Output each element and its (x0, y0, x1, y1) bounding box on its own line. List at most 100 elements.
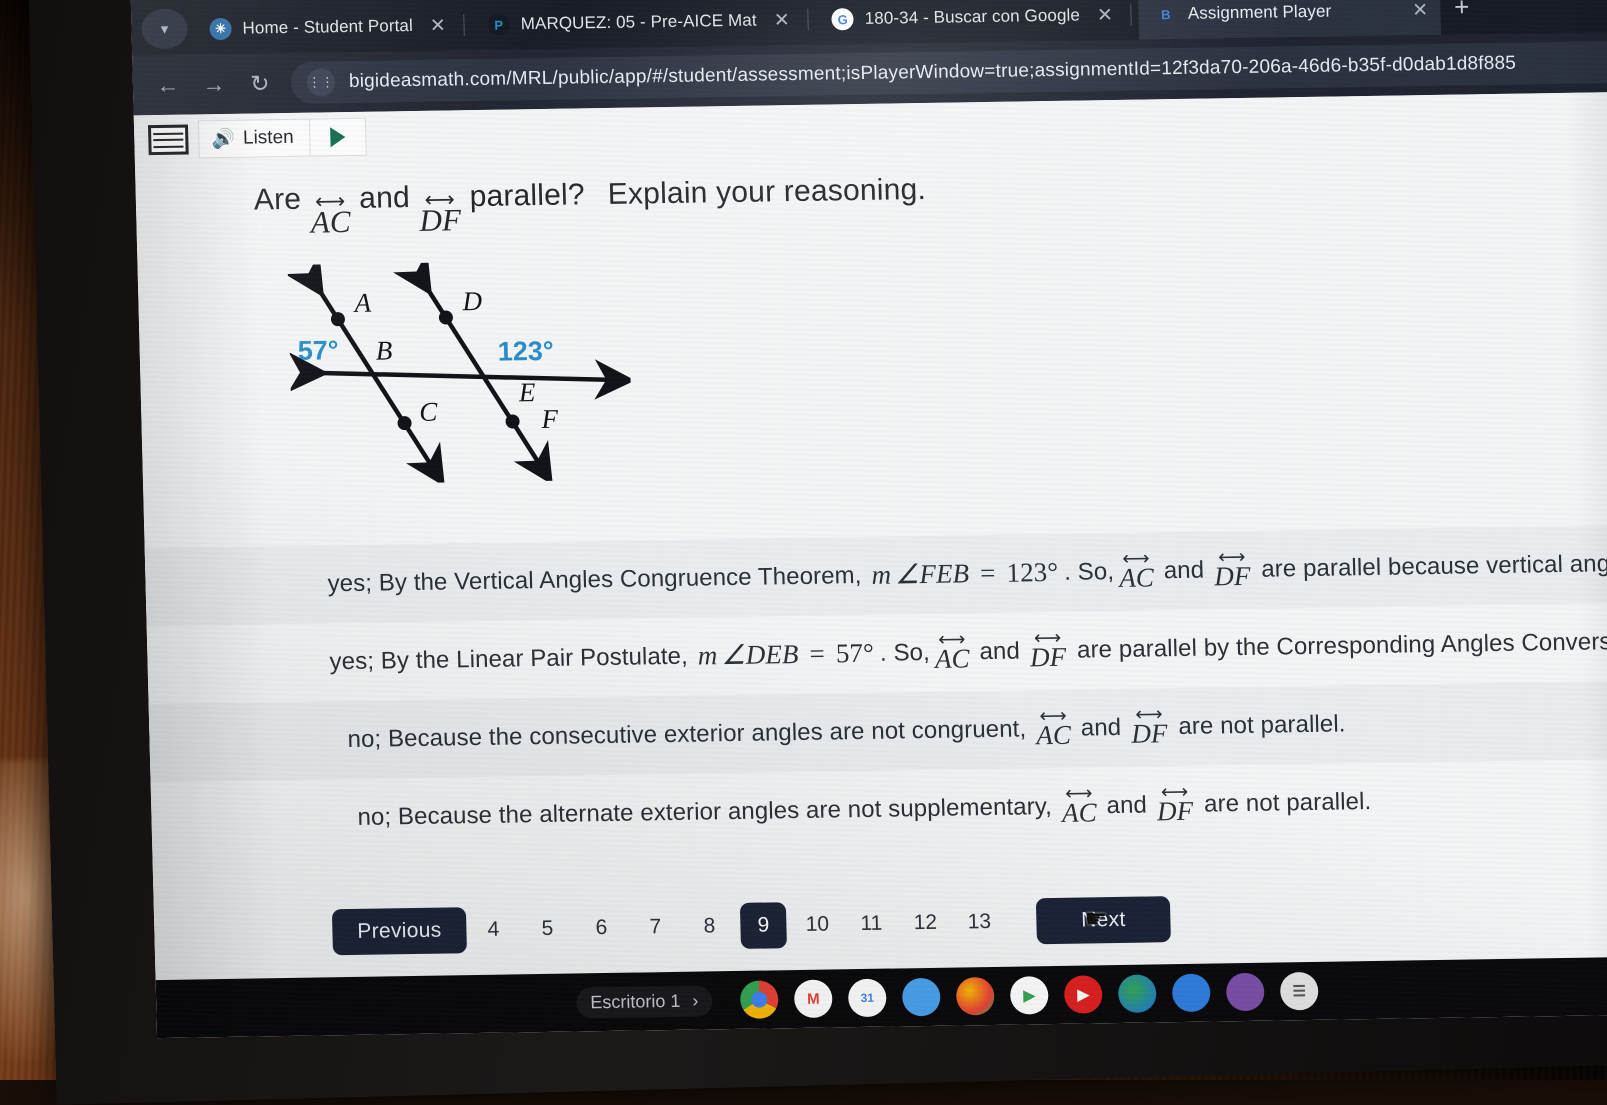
option-text-prefix: no; Because the consecutive exterior ang… (347, 715, 1027, 753)
option-ray-df-text: DF (1029, 641, 1067, 673)
listen-button[interactable]: 🔊 Listen (197, 118, 312, 159)
question-prefix: Are (253, 182, 302, 217)
gmail-icon[interactable]: M (793, 979, 833, 1019)
files-icon[interactable] (901, 977, 941, 1017)
chrome-icon[interactable] (739, 980, 779, 1019)
listen-play-button[interactable] (310, 117, 368, 157)
option-ray-ac: ⟷ AC (1061, 783, 1098, 828)
pearson-icon: P (487, 13, 511, 36)
page-number-12[interactable]: 12 (898, 911, 953, 936)
ray-ac-text: AC (310, 203, 352, 240)
option-text-tail: are not parallel. (1203, 787, 1372, 818)
page-number-10[interactable]: 10 (790, 912, 845, 937)
browser-tab-marquez[interactable]: P MARQUEZ: 05 - Pre-AICE Math ✕ (471, 0, 810, 50)
angle-123-label: 123° (497, 335, 554, 366)
browser-tab-assignment-player[interactable]: B Assignment Player ✕ (1138, 0, 1441, 40)
drag-handle-icon[interactable] (147, 124, 189, 156)
option-ray-df: ⟷ DF (1213, 547, 1251, 592)
tab-divider (1130, 3, 1133, 26)
calendar-icon[interactable]: 31 (847, 978, 887, 1018)
option-ray-ac: ⟷ AC (1035, 706, 1072, 751)
ray-df-label: ⟷ DF (418, 188, 462, 238)
option-conjunction: and (1163, 556, 1205, 584)
globe-icon: ☀ (209, 17, 232, 41)
desktop-switcher[interactable]: Escritorio 1 › (575, 984, 713, 1018)
option-conjunction: and (979, 637, 1021, 665)
option-ray-ac-text: AC (934, 643, 971, 674)
laptop-bezel: ▾ ☀ Home - Student Portal ✕ P MARQUEZ: 0… (28, 0, 1607, 1105)
tab-divider (463, 14, 466, 37)
two-transversals-geometry-diagram: A B C D E F 57° 123° (285, 242, 1607, 489)
page-number-11[interactable]: 11 (844, 911, 899, 936)
hand-pointer-cursor: ☛ (1083, 903, 1109, 934)
speaker-icon: 🔊 (211, 128, 236, 151)
page-number-7[interactable]: 7 (628, 915, 683, 940)
forward-button[interactable]: → (199, 70, 230, 97)
option-text-prefix: yes; By the Linear Pair Postulate, (329, 642, 689, 675)
tab-search-button[interactable]: ▾ (141, 8, 189, 50)
angle-57-label: 57° (297, 335, 339, 366)
page-number-4[interactable]: 4 (466, 917, 521, 942)
tab-close-button[interactable]: ✕ (774, 9, 791, 32)
new-tab-button[interactable]: + (1454, 0, 1470, 23)
back-button[interactable]: ← (153, 71, 184, 98)
browser-tab-google-search[interactable]: G 180-34 - Buscar con Google ✕ (815, 0, 1133, 45)
question-prompt: Are ⟷ AC and ⟷ DF parallel? Explain your… (253, 161, 1607, 240)
play-store-icon[interactable]: ▶ (1009, 976, 1049, 1015)
option-text-prefix: yes; By the Vertical Angles Congruence T… (327, 561, 862, 597)
ray-ac-label: ⟷ AC (310, 190, 352, 240)
photos-icon[interactable] (955, 976, 995, 1016)
option-ray-ac-text: AC (1035, 719, 1072, 751)
option-ray-df-text: DF (1156, 795, 1194, 827)
tab-title: Home - Student Portal (242, 15, 414, 38)
label-d: D (461, 286, 483, 316)
listen-label: Listen (242, 126, 294, 149)
tab-close-button[interactable]: ✕ (430, 14, 447, 37)
shelf-apps: M 31 ▶ ▶ ☰ (739, 971, 1319, 1019)
option-math-eq: = (809, 638, 826, 669)
option-math-value: 123° (1006, 556, 1059, 588)
option-ray-df-text: DF (1130, 718, 1168, 749)
page-number-6[interactable]: 6 (574, 916, 629, 941)
tab-close-button[interactable]: ✕ (1412, 0, 1429, 22)
label-a: A (352, 287, 372, 317)
answer-options-list: yes; By the Vertical Angles Congruence T… (144, 523, 1607, 859)
tab-close-button[interactable]: ✕ (1097, 3, 1114, 26)
page-number-13[interactable]: 13 (952, 910, 1007, 935)
option-text-tail: are parallel because vertical angles a (1260, 549, 1607, 583)
option-text-mid: . So, (1063, 557, 1115, 586)
meet-icon[interactable] (1117, 974, 1157, 1013)
chevron-down-icon: ▾ (160, 20, 169, 38)
reload-button[interactable]: ↻ (245, 70, 276, 97)
label-e: E (517, 377, 536, 407)
browser-tab-home[interactable]: ☀ Home - Student Portal ✕ (193, 0, 466, 54)
label-c: C (419, 396, 439, 426)
tab-title: Assignment Player (1187, 1, 1332, 23)
option-math-eq: = (979, 557, 996, 589)
laptop-screen: ▾ ☀ Home - Student Portal ✕ P MARQUEZ: 0… (130, 0, 1607, 1039)
page-number-5[interactable]: 5 (520, 917, 575, 942)
page-number-8[interactable]: 8 (682, 914, 737, 939)
option-text-mid: . So, (879, 638, 931, 667)
youtube-icon[interactable]: ▶ (1063, 975, 1103, 1014)
option-ray-df-text: DF (1213, 560, 1251, 592)
option-ray-ac-text: AC (1118, 562, 1155, 594)
option-text-prefix: no; Because the alternate exterior angle… (357, 792, 1053, 831)
tune-icon[interactable]: ⋮⋮ (306, 68, 336, 97)
label-f: F (540, 403, 559, 433)
page-number-9-current[interactable]: 9 (739, 902, 787, 949)
option-text-tail: are parallel by the Corresponding Angles… (1076, 627, 1607, 664)
classroom-icon[interactable] (1171, 973, 1211, 1013)
play-triangle-icon (330, 127, 346, 148)
desktop-label: Escritorio 1 (590, 990, 681, 1012)
question-suffix: parallel? (469, 178, 586, 214)
previous-button[interactable]: Previous (331, 907, 468, 956)
next-button[interactable]: Next ☛ (1035, 896, 1171, 945)
ray-df-text: DF (418, 202, 462, 238)
slides-icon[interactable] (1225, 972, 1265, 1012)
option-ray-ac-text: AC (1061, 797, 1098, 828)
docs-icon[interactable]: ☰ (1279, 971, 1319, 1011)
tab-title: MARQUEZ: 05 - Pre-AICE Math (520, 10, 758, 34)
option-math-angle: ∠FEB (894, 558, 970, 590)
geometry-svg: A B C D E F 57° 123° (285, 250, 636, 487)
